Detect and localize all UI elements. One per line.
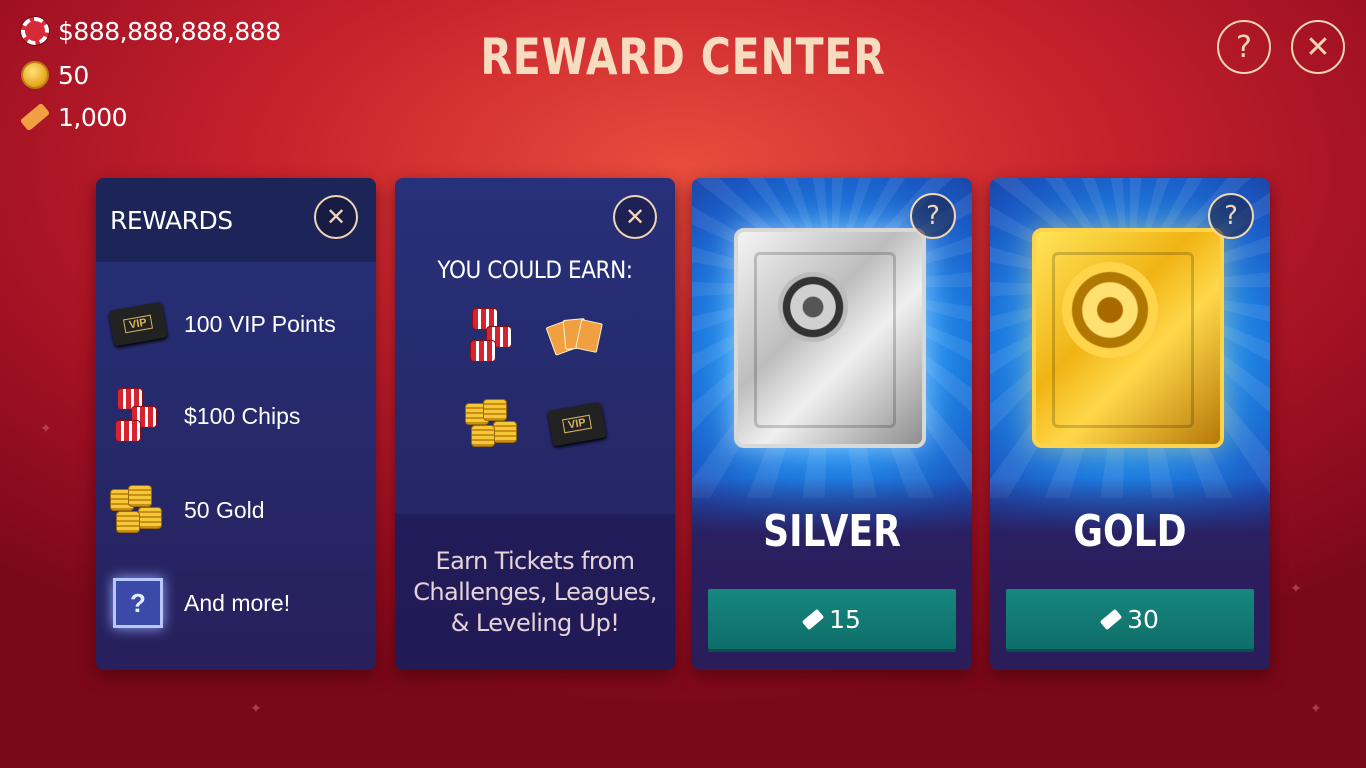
silver-safe-label: SILVER [763, 506, 901, 557]
reward-item-label: And more! [184, 589, 291, 616]
gold-safe-cost: 30 [1127, 604, 1159, 634]
ticket-icon [1099, 608, 1123, 630]
ticket-icon [19, 102, 51, 132]
silver-safe-help-button[interactable]: ? [910, 193, 956, 239]
gold-safe-label: GOLD [1073, 506, 1187, 557]
close-button[interactable]: ✕ [1291, 20, 1345, 74]
reward-item-label: 100 VIP Points [184, 310, 336, 337]
help-button[interactable]: ? [1217, 20, 1271, 74]
earn-panel-title: YOU COULD EARN: [437, 256, 633, 284]
tickets-balance-value: 1,000 [58, 102, 128, 132]
silver-safe-panel[interactable]: ? SILVER 15 [692, 178, 972, 670]
gold-safe-panel[interactable]: ? GOLD 30 [990, 178, 1270, 670]
cards-icon [545, 306, 607, 366]
gold-coin-icon [20, 60, 50, 90]
reward-item-gold: 50 Gold [110, 482, 265, 538]
reward-item-chips: $100 Chips [110, 388, 300, 444]
gold-safe-icon[interactable] [1032, 228, 1224, 448]
gold-balance-value: 50 [58, 60, 89, 90]
gold-stack-icon [110, 482, 166, 538]
ticket-icon [801, 608, 825, 630]
earn-panel: ✕ YOU COULD EARN: VIP Earn Tickets from … [395, 178, 675, 670]
gold-stack-icon [463, 394, 523, 454]
chip-stack-icon [463, 306, 523, 366]
chip-stack-icon [110, 388, 166, 444]
gold-balance: 50 [20, 60, 89, 90]
gold-safe-open-button[interactable]: 30 [1006, 589, 1254, 649]
sparkle-icon: ✦ [40, 420, 52, 436]
earn-tickets-info: Earn Tickets from Challenges, Leagues, &… [395, 514, 675, 670]
reward-item-label: 50 Gold [184, 496, 265, 523]
reward-item-vip: VIP 100 VIP Points [108, 296, 336, 352]
tickets-balance: 1,000 [19, 102, 128, 132]
sparkle-icon: ✦ [1310, 700, 1322, 716]
vip-card-text: VIP [123, 314, 153, 334]
chip-icon [20, 16, 50, 46]
rewards-panel-close-button[interactable]: ✕ [314, 195, 358, 239]
vip-card-text: VIP [562, 414, 592, 434]
sparkle-icon: ✦ [1290, 580, 1302, 596]
earn-panel-close-button[interactable]: ✕ [613, 195, 657, 239]
silver-safe-cost: 15 [829, 604, 861, 634]
mystery-box-icon: ? [110, 575, 166, 631]
silver-safe-open-button[interactable]: 15 [708, 589, 956, 649]
gold-safe-help-button[interactable]: ? [1208, 193, 1254, 239]
reward-item-more: ? And more! [110, 575, 290, 631]
silver-safe-icon[interactable] [734, 228, 926, 448]
vip-card-icon: VIP [547, 394, 607, 454]
reward-item-label: $100 Chips [184, 402, 301, 429]
earn-icons-grid: VIP [463, 306, 607, 454]
rewards-panel: REWARDS ✕ VIP 100 VIP Points $100 Chips … [96, 178, 376, 670]
page-title: REWARD CENTER [480, 28, 886, 86]
vip-card-icon: VIP [108, 296, 168, 352]
sparkle-icon: ✦ [250, 700, 262, 716]
